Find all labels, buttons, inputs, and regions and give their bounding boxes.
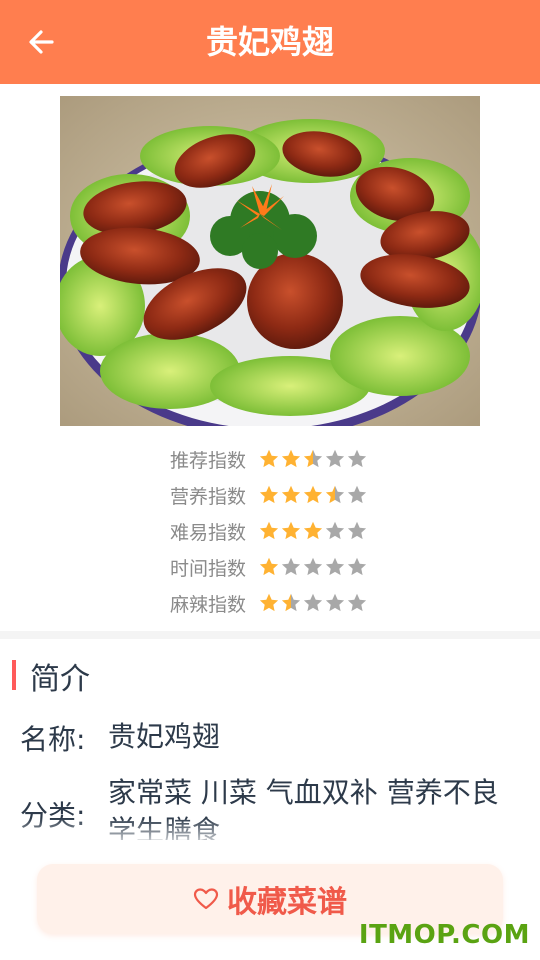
rating-row-recommend: 推荐指数 — [170, 441, 368, 477]
dish-photo — [60, 96, 480, 426]
rating-row-nutrition: 营养指数 — [170, 477, 368, 513]
top-app-bar: 贵妃鸡翅 — [0, 0, 540, 84]
star-half-icon — [303, 449, 323, 468]
star-rating — [258, 448, 368, 470]
star-filled-icon — [259, 557, 279, 576]
star-empty-icon — [347, 485, 367, 504]
name-label: 名称: — [20, 723, 86, 756]
star-empty-icon — [325, 521, 345, 540]
dish-illustration — [60, 96, 480, 426]
star-filled-icon — [281, 485, 301, 504]
star-filled-icon — [259, 485, 279, 504]
section-divider — [0, 631, 540, 639]
rating-row-time: 时间指数 — [170, 549, 368, 585]
star-half-icon — [281, 593, 301, 612]
star-empty-icon — [281, 557, 301, 576]
rating-label: 推荐指数 — [170, 449, 247, 472]
star-filled-icon — [259, 449, 279, 468]
recipe-detail-screen: 贵妃鸡翅 推荐指数 营养指数 难易指数 时间指数 麻辣指数 简介 名称: 贵妃鸡… — [0, 0, 540, 960]
favorite-button-label: 收藏菜谱 — [227, 885, 347, 920]
star-filled-icon — [303, 485, 323, 504]
rating-row-difficulty: 难易指数 — [170, 513, 368, 549]
star-filled-icon — [303, 521, 323, 540]
rating-label: 麻辣指数 — [170, 593, 247, 616]
star-empty-icon — [347, 521, 367, 540]
section-accent-bar — [12, 660, 16, 690]
page-title: 贵妃鸡翅 — [205, 23, 334, 61]
rating-row-spicy: 麻辣指数 — [170, 585, 368, 621]
star-empty-icon — [325, 557, 345, 576]
star-rating — [258, 592, 368, 614]
star-empty-icon — [303, 593, 323, 612]
site-watermark: ITMOP.COM — [358, 920, 530, 950]
heart-outline-icon — [193, 888, 219, 910]
name-value: 贵妃鸡翅 — [108, 720, 221, 753]
star-empty-icon — [347, 593, 367, 612]
rating-label: 时间指数 — [170, 557, 247, 580]
rating-label: 营养指数 — [170, 485, 247, 508]
star-empty-icon — [347, 557, 367, 576]
intro-heading: 简介 — [30, 662, 90, 697]
star-rating — [258, 556, 368, 578]
star-filled-icon — [259, 521, 279, 540]
star-empty-icon — [325, 593, 345, 612]
star-rating — [258, 520, 368, 542]
star-filled-icon — [281, 449, 301, 468]
star-empty-icon — [347, 449, 367, 468]
star-empty-icon — [325, 449, 345, 468]
star-rating — [258, 484, 368, 506]
star-filled-icon — [281, 521, 301, 540]
rating-label: 难易指数 — [170, 521, 247, 544]
star-empty-icon — [303, 557, 323, 576]
star-half-icon — [325, 485, 345, 504]
star-filled-icon — [259, 593, 279, 612]
